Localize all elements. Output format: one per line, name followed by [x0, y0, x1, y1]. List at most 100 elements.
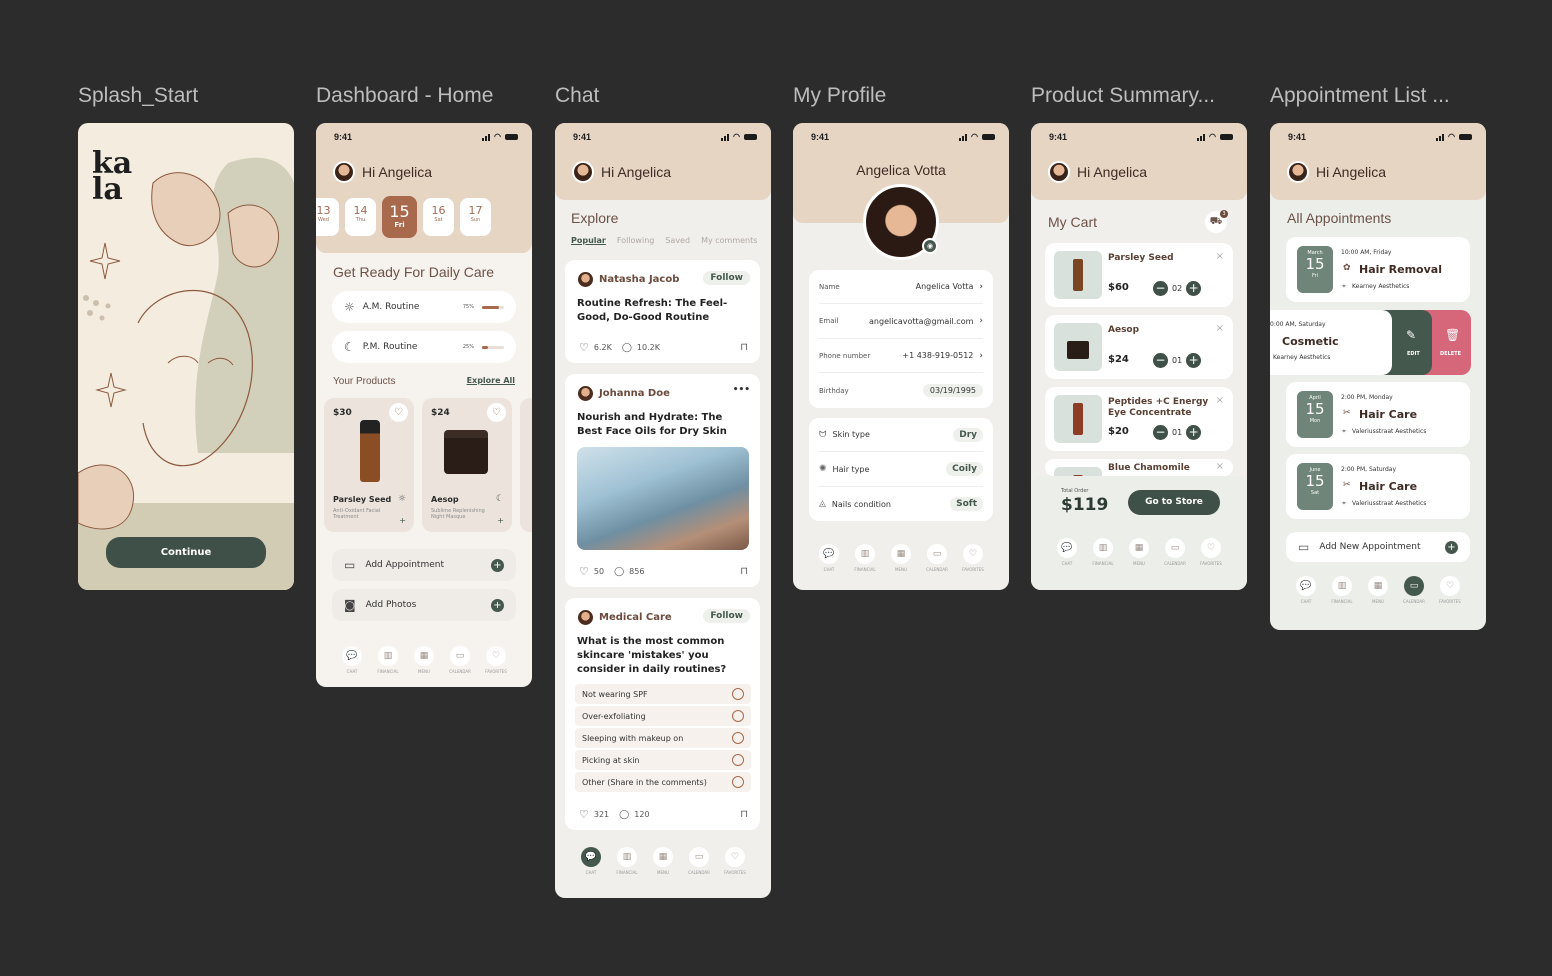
- continue-button[interactable]: Continue: [106, 537, 266, 568]
- author-name[interactable]: Natasha Jacob: [599, 274, 679, 285]
- nav-item-chat[interactable]: 💬 CHAT: [816, 544, 842, 572]
- heart-icon[interactable]: ♡: [579, 341, 589, 354]
- routine-pm[interactable]: ☾ P.M. Routine 25%: [332, 331, 516, 363]
- nav-item-chat[interactable]: 💬 CHAT: [339, 646, 365, 674]
- nav-item-menu[interactable]: ▦ MENU: [1365, 576, 1391, 604]
- product-card[interactable]: $30 ♡ Parsley Seed ☼ Anti-Oxidant Facial Tre…: [324, 398, 414, 532]
- poll-option[interactable]: Not wearing SPF: [575, 684, 751, 704]
- radio-icon[interactable]: [732, 688, 744, 700]
- nav-item-favorites[interactable]: ♡ FAVORITES: [1437, 576, 1463, 604]
- trait-skin-type[interactable]: ᗢ Skin type Dry: [819, 418, 983, 452]
- plus-button[interactable]: +: [1186, 281, 1202, 296]
- heart-icon[interactable]: ♡: [579, 565, 589, 578]
- routine-am[interactable]: ☼ A.M. Routine 75%: [332, 291, 516, 323]
- poll-option[interactable]: Picking at skin: [575, 750, 751, 770]
- day-17[interactable]: 17 Sun: [460, 198, 491, 236]
- tab-following[interactable]: Following: [617, 236, 654, 245]
- add-new-appointment-button[interactable]: ▭ Add New Appointment +: [1286, 532, 1470, 562]
- trait-hair-type[interactable]: ✺ Hair type Coily: [819, 453, 983, 487]
- trait-nails-condition[interactable]: ◬ Nails condition Soft: [819, 487, 983, 521]
- radio-icon[interactable]: [732, 776, 744, 788]
- avatar[interactable]: [1048, 161, 1070, 183]
- nav-item-calendar[interactable]: ▭ CALENDAR: [686, 847, 712, 875]
- poll-option[interactable]: Over-exfoliating: [575, 706, 751, 726]
- bookmark-icon[interactable]: ⊓: [740, 342, 748, 353]
- radio-icon[interactable]: [732, 754, 744, 766]
- quantity-stepper[interactable]: −01 +: [1153, 425, 1202, 440]
- tab-saved[interactable]: Saved: [665, 236, 690, 245]
- avatar[interactable]: [572, 161, 594, 183]
- remove-icon[interactable]: ×: [1216, 323, 1224, 334]
- quantity-stepper[interactable]: −01 +: [1153, 353, 1202, 368]
- day-14[interactable]: 14 Thu: [345, 198, 376, 236]
- post-card[interactable]: Johanna Doe ••• Nourish and Hydrate: The B…: [565, 374, 760, 587]
- minus-button[interactable]: −: [1153, 281, 1168, 296]
- appointment-card[interactable]: April 15 Mon 2:00 PM, Monday ✂ Hair Care ⌖ Vale…: [1286, 382, 1470, 447]
- author-avatar[interactable]: [578, 610, 593, 625]
- quantity-stepper[interactable]: −02 +: [1153, 281, 1202, 296]
- minus-button[interactable]: −: [1153, 353, 1168, 368]
- remove-icon[interactable]: ×: [1216, 395, 1224, 406]
- cart-item[interactable]: Blue Chamomile ×: [1045, 459, 1233, 476]
- bookmark-icon[interactable]: ⊓: [740, 809, 748, 820]
- nav-item-menu[interactable]: ▦ MENU: [1126, 538, 1152, 566]
- add-appointment-button[interactable]: ▭ Add Appointment +: [332, 549, 516, 581]
- profile-field-phone-number[interactable]: Phone number +1 438-919-0512 ›: [819, 339, 983, 373]
- nav-item-favorites[interactable]: ♡ FAVORITES: [960, 544, 986, 572]
- nav-item-favorites[interactable]: ♡ FAVORITES: [483, 646, 509, 674]
- profile-field-email[interactable]: Email angelicavotta@gmail.com ›: [819, 305, 983, 339]
- tab-popular[interactable]: Popular: [571, 236, 606, 245]
- more-icon[interactable]: •••: [733, 385, 750, 395]
- nav-item-financial[interactable]: ▥ FINANCIAL: [1329, 576, 1355, 604]
- author-name[interactable]: Johanna Doe: [599, 388, 670, 399]
- follow-button[interactable]: Follow: [703, 609, 750, 623]
- heart-icon[interactable]: ♡: [579, 808, 589, 821]
- remove-icon[interactable]: ×: [1216, 251, 1224, 262]
- post-card[interactable]: Natasha Jacob Follow Routine Refresh: The …: [565, 260, 760, 363]
- go-to-store-button[interactable]: Go to Store: [1128, 490, 1220, 515]
- explore-all-link[interactable]: Explore All: [467, 376, 515, 385]
- nav-item-calendar[interactable]: ▭ CALENDAR: [924, 544, 950, 572]
- add-icon[interactable]: +: [497, 516, 504, 525]
- cart-item[interactable]: Parsley Seed × $60 −02 +: [1045, 243, 1233, 307]
- author-name[interactable]: Medical Care: [599, 612, 672, 623]
- radio-icon[interactable]: [732, 710, 744, 722]
- appointment-card[interactable]: 0:00 AM, Saturday Cosmetic Kearney Aesthet…: [1270, 310, 1392, 375]
- nav-item-financial[interactable]: ▥ FINANCIAL: [614, 847, 640, 875]
- plus-button[interactable]: +: [1186, 425, 1202, 440]
- follow-button[interactable]: Follow: [703, 271, 750, 285]
- nav-item-menu[interactable]: ▦ MENU: [888, 544, 914, 572]
- nav-item-financial[interactable]: ▥ FINANCIAL: [852, 544, 878, 572]
- tab-my-comments[interactable]: My comments: [701, 236, 757, 245]
- comment-icon[interactable]: ◯: [622, 343, 632, 353]
- heart-icon[interactable]: ♡: [389, 403, 408, 422]
- author-avatar[interactable]: [578, 272, 593, 287]
- cart-item[interactable]: Peptides +C Energy Eye Concentrate × $20 −0…: [1045, 387, 1233, 451]
- camera-icon[interactable]: ◉: [922, 238, 938, 254]
- poll-option[interactable]: Other (Share in the comments): [575, 772, 751, 792]
- comment-icon[interactable]: ◯: [614, 567, 624, 577]
- bookmark-icon[interactable]: ⊓: [740, 566, 748, 577]
- poll-option[interactable]: Sleeping with makeup on: [575, 728, 751, 748]
- author-avatar[interactable]: [578, 386, 593, 401]
- nav-item-financial[interactable]: ▥ FINANCIAL: [375, 646, 401, 674]
- add-photos-button[interactable]: ◙ Add Photos +: [332, 589, 516, 621]
- appointment-swiped[interactable]: 0:00 AM, Saturday Cosmetic Kearney Aesthet…: [1270, 310, 1471, 375]
- post-photo[interactable]: [577, 447, 749, 550]
- day-13[interactable]: 13 Wed: [316, 198, 339, 236]
- nav-item-calendar[interactable]: ▭ CALENDAR: [1162, 538, 1188, 566]
- nav-item-menu[interactable]: ▦ MENU: [650, 847, 676, 875]
- heart-icon[interactable]: ♡: [487, 403, 506, 422]
- profile-field-name[interactable]: Name Angelica Votta ›: [819, 270, 983, 304]
- product-card[interactable]: $24 ♡ Aesop ☾ Sublime Replenishing Night Mas…: [422, 398, 512, 532]
- radio-icon[interactable]: [732, 732, 744, 744]
- nav-item-chat[interactable]: 💬 CHAT: [578, 847, 604, 875]
- nav-item-menu[interactable]: ▦ MENU: [411, 646, 437, 674]
- add-icon[interactable]: +: [399, 516, 406, 525]
- nav-item-chat[interactable]: 💬 CHAT: [1054, 538, 1080, 566]
- comment-icon[interactable]: ◯: [619, 810, 629, 820]
- minus-button[interactable]: −: [1153, 425, 1168, 440]
- appointment-card[interactable]: June 15 Sat 2:00 PM, Saturday ✂ Hair Care ⌖ Val…: [1286, 454, 1470, 519]
- avatar[interactable]: [1287, 161, 1309, 183]
- nav-item-calendar[interactable]: ▭ CALENDAR: [1401, 576, 1427, 604]
